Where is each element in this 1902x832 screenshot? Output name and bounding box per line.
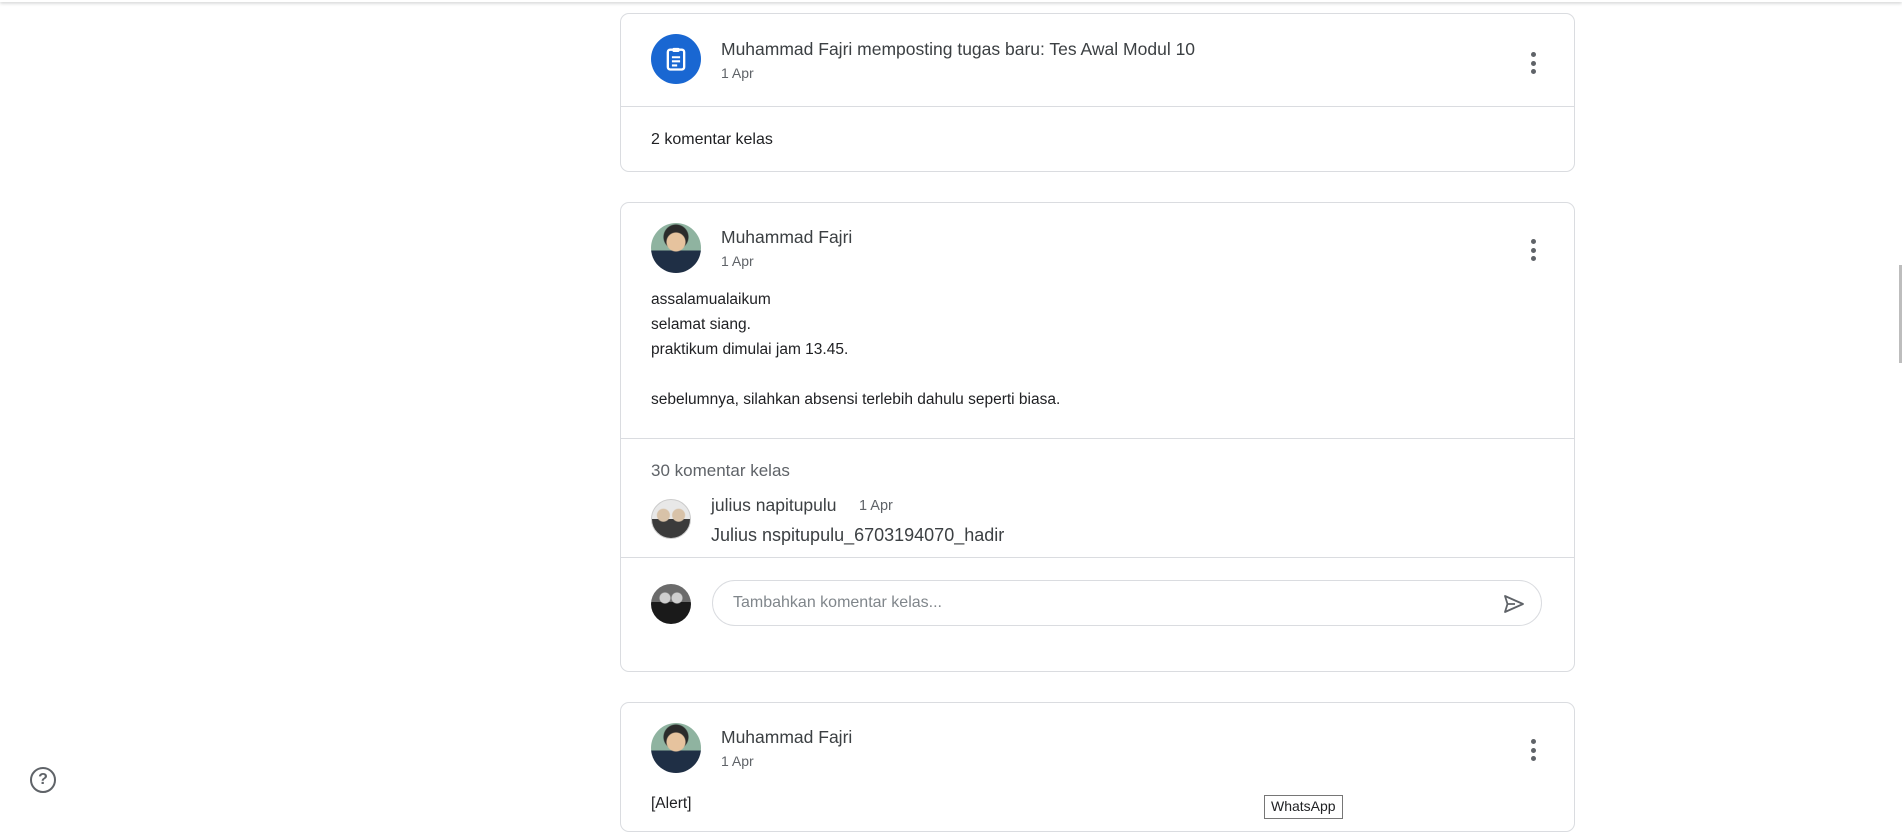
- post-date: 1 Apr: [721, 253, 754, 269]
- assignment-post-card[interactable]: Muhammad Fajri memposting tugas baru: Te…: [620, 13, 1575, 172]
- post-date: 1 Apr: [721, 65, 754, 81]
- add-comment-input[interactable]: [712, 580, 1542, 626]
- post-body: assalamualaikum selamat siang. praktikum…: [651, 291, 1061, 408]
- post-author: Muhammad Fajri: [721, 727, 853, 747]
- commenter-name: julius napitupulu: [711, 495, 837, 515]
- help-icon[interactable]: ?: [30, 767, 56, 793]
- tooltip: WhatsApp: [1264, 795, 1343, 819]
- class-comments-link[interactable]: 2 komentar kelas: [621, 107, 1574, 171]
- post-body: [Alert]: [651, 795, 692, 812]
- top-bar-shadow: [0, 0, 1902, 2]
- my-avatar: [651, 584, 691, 624]
- comment-date: 1 Apr: [859, 498, 893, 514]
- more-options-icon[interactable]: [1530, 739, 1536, 761]
- divider: [621, 438, 1574, 439]
- more-options-icon[interactable]: [1530, 239, 1536, 261]
- comment-item: julius napitupulu 1 Apr Julius nspitupul…: [621, 481, 1574, 557]
- post-date: 1 Apr: [721, 753, 754, 769]
- send-icon[interactable]: [1501, 592, 1527, 616]
- comment-text: Julius nspitupulu_6703194070_hadir: [711, 525, 1005, 545]
- assignment-icon: [651, 34, 701, 84]
- announcement-post-card: Muhammad Fajri 1 Apr assalamualaikum sel…: [620, 202, 1575, 672]
- more-options-icon[interactable]: [1530, 52, 1536, 74]
- class-comments-link[interactable]: 30 komentar kelas: [621, 461, 1574, 481]
- add-comment-row: [621, 558, 1574, 649]
- post-header: Muhammad Fajri 1 Apr: [621, 703, 1574, 795]
- commenter-avatar: [651, 499, 691, 539]
- announcement-post-card: Muhammad Fajri 1 Apr [Alert]: [620, 702, 1575, 832]
- avatar: [651, 223, 701, 273]
- post-header: Muhammad Fajri 1 Apr: [621, 203, 1574, 295]
- post-title[interactable]: Muhammad Fajri memposting tugas baru: Te…: [721, 39, 1195, 60]
- post-header: Muhammad Fajri memposting tugas baru: Te…: [621, 14, 1574, 106]
- avatar: [651, 723, 701, 773]
- post-author: Muhammad Fajri: [721, 227, 853, 247]
